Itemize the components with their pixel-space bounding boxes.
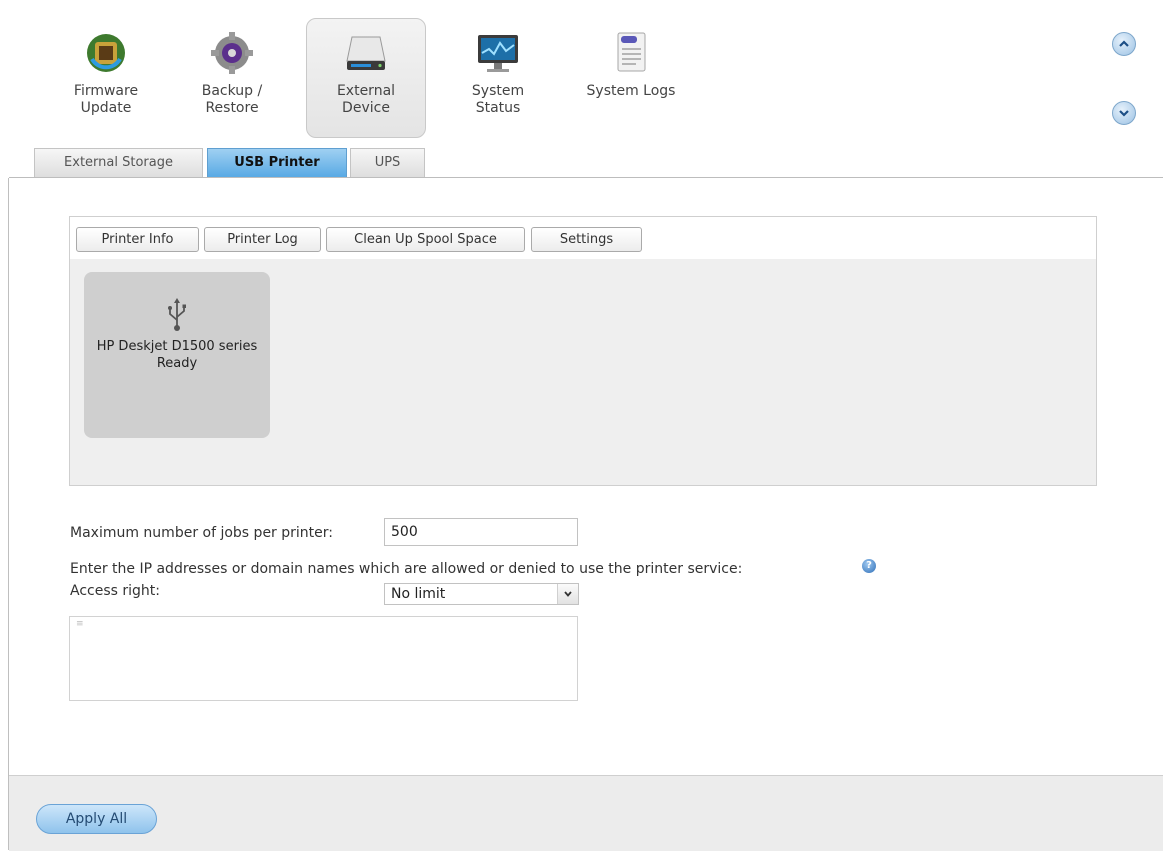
toolbar-item-label: System Logs (586, 83, 676, 99)
system-status-icon (478, 35, 518, 72)
printer-log-button[interactable]: Printer Log (204, 227, 321, 252)
scroll-up-button[interactable] (1112, 32, 1136, 56)
access-right-select[interactable]: No limit (384, 583, 579, 605)
ip-description-label: Enter the IP addresses or domain names w… (70, 561, 743, 577)
toolbar-item-system-status[interactable]: System Status (438, 18, 558, 138)
system-logs-icon (617, 32, 646, 72)
settings-button[interactable]: Settings (531, 227, 642, 252)
usb-icon (168, 298, 186, 331)
apply-all-button[interactable]: Apply All (36, 804, 157, 834)
printer-status: Ready (156, 356, 198, 371)
ip-address-list[interactable]: ≡ (69, 616, 578, 701)
toolbar-item-backup-restore[interactable]: Backup / Restore (172, 18, 292, 138)
chevron-down-icon (557, 584, 578, 604)
toolbar-item-label: System Status (471, 83, 525, 116)
help-icon[interactable]: ? (862, 559, 876, 573)
printer-card[interactable]: HP Deskjet D1500 series Ready (84, 272, 270, 438)
printer-list: HP Deskjet D1500 series Ready (70, 259, 1096, 485)
toolbar-item-label: External Device (336, 83, 396, 116)
max-jobs-input[interactable]: 500 (384, 518, 578, 546)
printer-name: HP Deskjet D1500 series (96, 339, 258, 354)
printer-action-bar: Printer Info Printer Log Clean Up Spool … (70, 217, 1096, 260)
printer-info-button[interactable]: Printer Info (76, 227, 199, 252)
tab-ups[interactable]: UPS (350, 148, 425, 177)
tab-usb-printer[interactable]: USB Printer (207, 148, 347, 177)
tab-divider (9, 177, 1163, 178)
chevron-down-icon (1119, 110, 1129, 117)
firmware-update-icon (87, 34, 125, 72)
toolbar-item-external-device[interactable]: External Device (306, 18, 426, 138)
footer-bar: Apply All (9, 775, 1163, 851)
max-jobs-label: Maximum number of jobs per printer: (70, 525, 333, 541)
toolbar-item-label: Firmware Update (73, 83, 139, 116)
clean-up-spool-button[interactable]: Clean Up Spool Space (326, 227, 525, 252)
toolbar-item-firmware-update[interactable]: Firmware Update (46, 18, 166, 138)
printer-panel: Printer Info Printer Log Clean Up Spool … (69, 216, 1097, 486)
toolbar-item-system-logs[interactable]: System Logs (571, 18, 691, 138)
tab-external-storage[interactable]: External Storage (34, 148, 203, 177)
external-device-icon (346, 36, 386, 70)
toolbar-item-label: Backup / Restore (201, 83, 263, 116)
chevron-up-icon (1119, 40, 1129, 47)
scroll-down-button[interactable] (1112, 101, 1136, 125)
access-right-label: Access right: (70, 583, 160, 599)
backup-restore-icon (211, 32, 253, 74)
resize-handle-icon: ≡ (76, 619, 84, 629)
access-right-value: No limit (391, 586, 446, 602)
